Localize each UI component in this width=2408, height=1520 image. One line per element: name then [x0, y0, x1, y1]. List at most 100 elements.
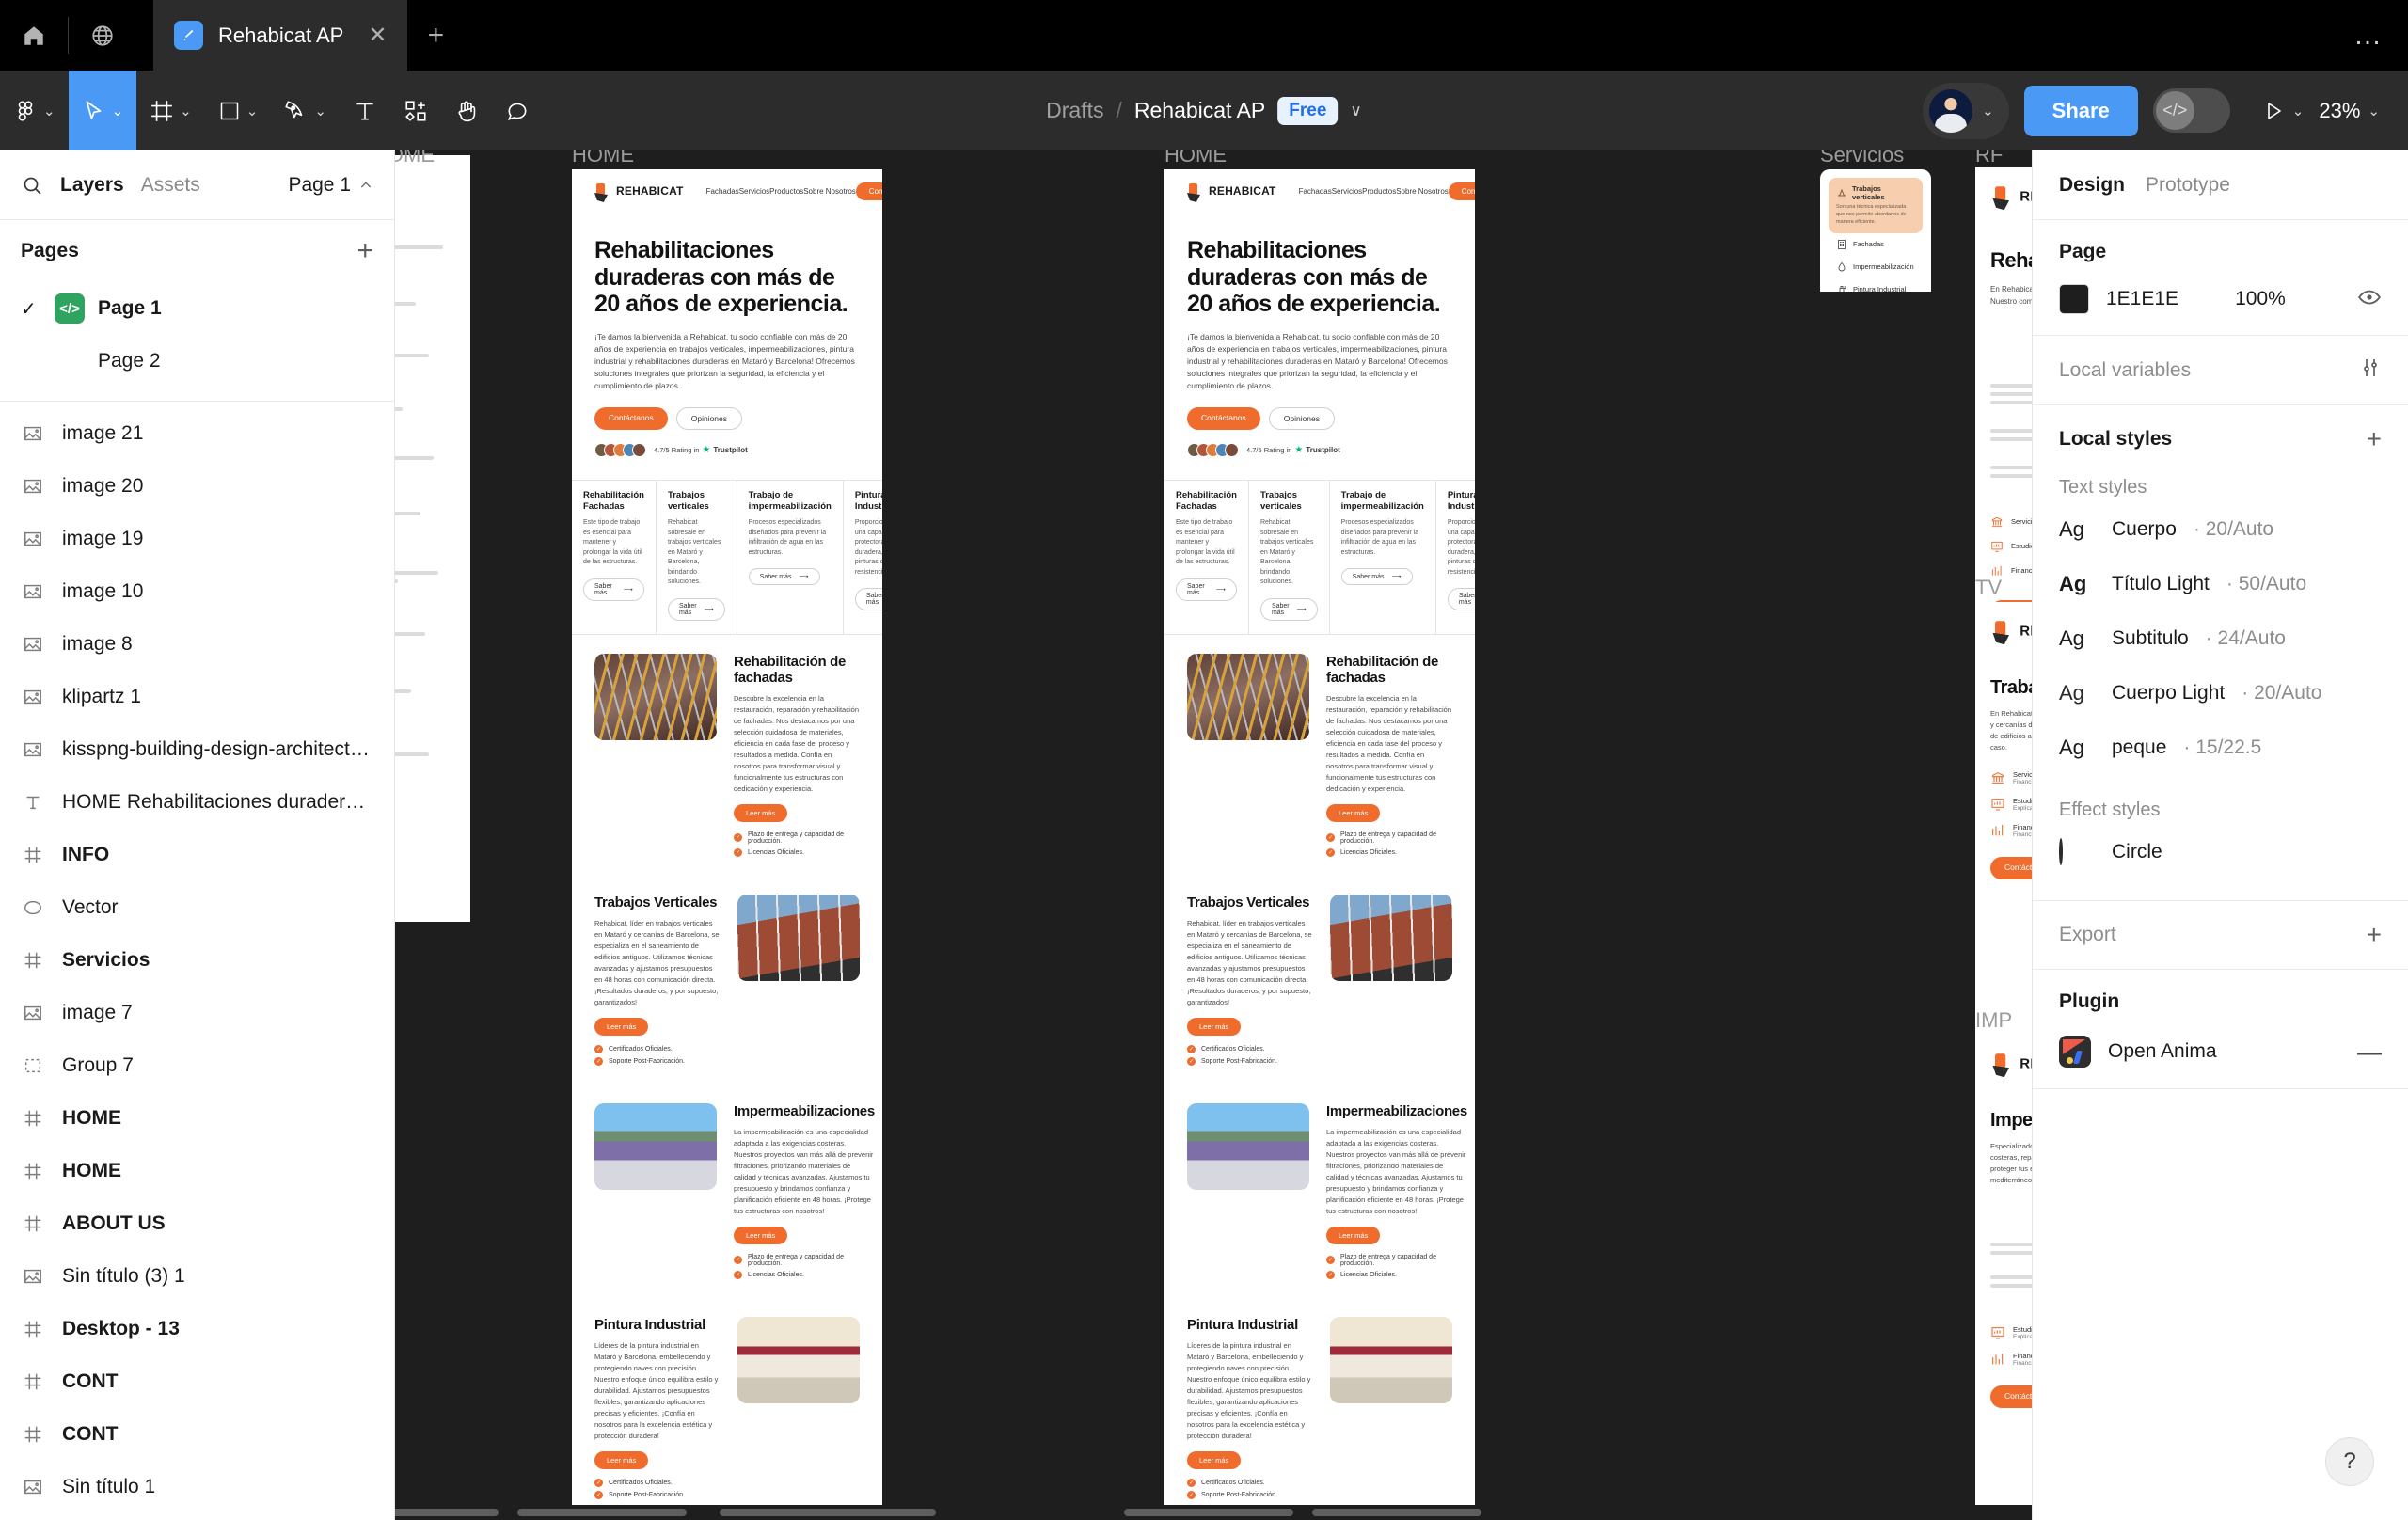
layer-row[interactable]: Sin título (3) 1 — [0, 1250, 394, 1303]
layer-row[interactable]: image 20 — [0, 460, 394, 513]
layer-row[interactable]: HOME — [0, 1092, 394, 1145]
layer-row[interactable]: ABOUT US — [0, 1197, 394, 1250]
layer-row[interactable]: Servicios — [0, 934, 394, 987]
home-icon[interactable] — [0, 0, 68, 71]
dev-mode-toggle[interactable]: </> — [2152, 88, 2230, 133]
plugin-item-open-anima[interactable]: Open Anima — — [2059, 1036, 2382, 1068]
site-hero-primary-button[interactable]: Contáctanos — [1187, 407, 1260, 431]
canvas-frame-partial[interactable] — [395, 155, 470, 922]
canvas-frame-servicios[interactable]: Trabajos verticales Son una técnica espe… — [1820, 169, 1931, 292]
new-tab-button[interactable]: + — [407, 0, 464, 71]
text-style-row[interactable]: Ag Cuerpo · 20/Auto — [2059, 502, 2382, 557]
overflow-menu-icon[interactable]: … — [2353, 20, 2384, 52]
opacity-value[interactable]: 100% — [2235, 288, 2286, 310]
site-nav-link[interactable]: Sobre Nosotros — [1396, 187, 1449, 196]
page-selector[interactable]: Page 1 — [288, 174, 373, 197]
plan-badge[interactable]: Free — [1277, 96, 1339, 125]
frame-label-rf[interactable]: RF — [1975, 150, 2003, 167]
site-nav-link[interactable]: Productos — [769, 187, 803, 196]
site-card-cta[interactable]: Saber más ⟶ — [748, 568, 820, 586]
chevron-down-icon[interactable]: ∨ — [1350, 102, 1361, 120]
text-style-row[interactable]: Ag Título Light · 50/Auto — [2059, 557, 2382, 611]
site-card-cta[interactable]: Saber más ⟶ — [1340, 568, 1413, 586]
move-tool-button[interactable]: ⌄ — [68, 71, 137, 150]
frame-label-tv[interactable]: TV — [1975, 576, 2002, 600]
local-variables-section[interactable]: Local variables — [2033, 336, 2408, 405]
site-logo[interactable]: REHABICAT — [593, 179, 684, 203]
canvas-frame-site-1[interactable]: REHABICAT Fachadas Servicios Productos Sobre… — [572, 169, 882, 1505]
page-item-2[interactable]: Page 2 — [0, 335, 394, 388]
site-section-cta[interactable]: Leer más — [1187, 1017, 1242, 1036]
present-button[interactable]: ⌄ — [2262, 100, 2304, 122]
layer-row[interactable]: HOME — [0, 1145, 394, 1197]
canvas-scrollbar-3[interactable] — [720, 1509, 936, 1516]
comment-tool-button[interactable] — [492, 71, 543, 150]
frame-label-home-a[interactable]: HOME — [572, 150, 634, 167]
layer-row[interactable]: image 19 — [0, 513, 394, 565]
layer-row[interactable]: INFO — [0, 829, 394, 881]
design-canvas[interactable]: HOME HOME REHABICATFachadasServiciosProd… — [395, 150, 2032, 1520]
tab-design[interactable]: Design — [2059, 174, 2125, 197]
layer-row[interactable]: kisspng-building-design-architect… — [0, 723, 394, 776]
site-nav-link[interactable]: Servicios — [739, 187, 769, 196]
help-button[interactable]: ? — [2325, 1437, 2374, 1486]
site-nav-link[interactable]: Sobre Nosotros — [803, 187, 856, 196]
layer-row[interactable]: klipartz 1 — [0, 671, 394, 723]
site-section-cta[interactable]: Leer más — [594, 1017, 649, 1036]
layer-row[interactable]: Group 7 — [0, 1039, 394, 1092]
site-card-cta[interactable]: Saber más ⟶ — [667, 597, 725, 621]
site-nav-link[interactable]: Fachadas — [1299, 187, 1332, 196]
layer-row[interactable]: image 8 — [0, 618, 394, 671]
collapse-plugin-button[interactable]: — — [2357, 1039, 2382, 1064]
frame-tool-button[interactable]: ⌄ — [136, 71, 205, 150]
layer-row[interactable]: image 10 — [0, 565, 394, 618]
tab-prototype[interactable]: Prototype — [2146, 174, 2230, 197]
site-card-cta[interactable]: Saber más ⟶ — [583, 578, 644, 601]
tab-assets[interactable]: Assets — [141, 174, 200, 197]
layer-row[interactable]: Sin título 1 — [0, 1461, 394, 1513]
search-icon[interactable] — [21, 174, 43, 197]
zoom-menu-button[interactable]: 23% ⌄ — [2319, 99, 2380, 123]
canvas-scrollbar-4[interactable] — [1124, 1509, 1293, 1516]
text-style-row[interactable]: Ag Cuerpo Light · 20/Auto — [2059, 666, 2382, 720]
layer-row[interactable]: HOME Rehabilitaciones duraderas … — [0, 776, 394, 829]
canvas-frame-site-2[interactable]: REHABICAT Fachadas Servicios Productos Sobre… — [1164, 169, 1475, 1505]
canvas-frame-imp[interactable]: REHABICAT Impermeabi Especializados en i… — [1975, 1035, 2032, 1505]
color-hex-value[interactable]: 1E1E1E — [2106, 288, 2178, 310]
add-style-button[interactable]: + — [2367, 426, 2382, 452]
user-menu-button[interactable]: ⌄ — [1923, 82, 2009, 139]
figma-menu-button[interactable]: ⌄ — [0, 71, 69, 150]
servicios-item-pintura[interactable]: Pintura Industrial — [1829, 278, 1923, 292]
color-swatch[interactable] — [2059, 284, 2089, 314]
layer-row[interactable]: image 7 — [0, 987, 394, 1039]
canvas-scrollbar-5[interactable] — [1312, 1509, 1481, 1516]
breadcrumb-project[interactable]: Drafts — [1046, 98, 1103, 123]
layer-row[interactable]: Desktop - 13 — [0, 1303, 394, 1355]
site-nav-link[interactable]: Fachadas — [706, 187, 739, 196]
site-card-cta[interactable]: Saber más ⟶ — [1259, 597, 1318, 621]
tv-cta-primary[interactable]: Contáctanos — [1990, 857, 2032, 879]
site-service-card[interactable]: Pintura Industrial Proporcionamos una cap… — [1436, 481, 1475, 633]
site-section-cta[interactable]: Leer más — [1326, 1226, 1381, 1244]
layer-row[interactable]: image 21 — [0, 407, 394, 460]
site-service-card[interactable]: Trabajo de impermeabilización Procesos es… — [737, 481, 844, 634]
pen-tool-button[interactable]: ⌄ — [271, 71, 340, 150]
page-item-1[interactable]: ✓ </> Page 1 — [0, 282, 394, 335]
site-hero-secondary-button[interactable]: Opiniones — [675, 407, 743, 431]
site-nav-cta[interactable]: Contacto — [1448, 182, 1475, 200]
shape-tool-button[interactable]: ⌄ — [205, 71, 272, 150]
servicios-item-impermeabilizacion[interactable]: Impermeabilización — [1829, 256, 1923, 278]
sliders-icon[interactable] — [2359, 356, 2382, 384]
text-style-row[interactable]: Ag peque · 15/22.5 — [2059, 720, 2382, 775]
canvas-scrollbar-1[interactable] — [395, 1509, 499, 1516]
tab-layers[interactable]: Layers — [60, 174, 124, 197]
site-hero-primary-button[interactable]: Contáctanos — [594, 407, 668, 431]
frame-label-home-b[interactable]: HOME — [1164, 150, 1227, 167]
servicios-item-fachadas[interactable]: Fachadas — [1829, 233, 1923, 256]
site-service-card[interactable]: Trabajos verticales Rehabicat sobresale e… — [657, 481, 737, 634]
servicios-highlight[interactable]: Trabajos verticales Son una técnica espe… — [1829, 178, 1923, 233]
frame-label-imp[interactable]: IMP — [1975, 1008, 2012, 1033]
site-service-card[interactable]: Rehabilitación Fachadas Este tipo de trab… — [1164, 481, 1249, 634]
add-export-button[interactable]: + — [2367, 922, 2382, 948]
layer-row[interactable]: CONT — [0, 1355, 394, 1408]
